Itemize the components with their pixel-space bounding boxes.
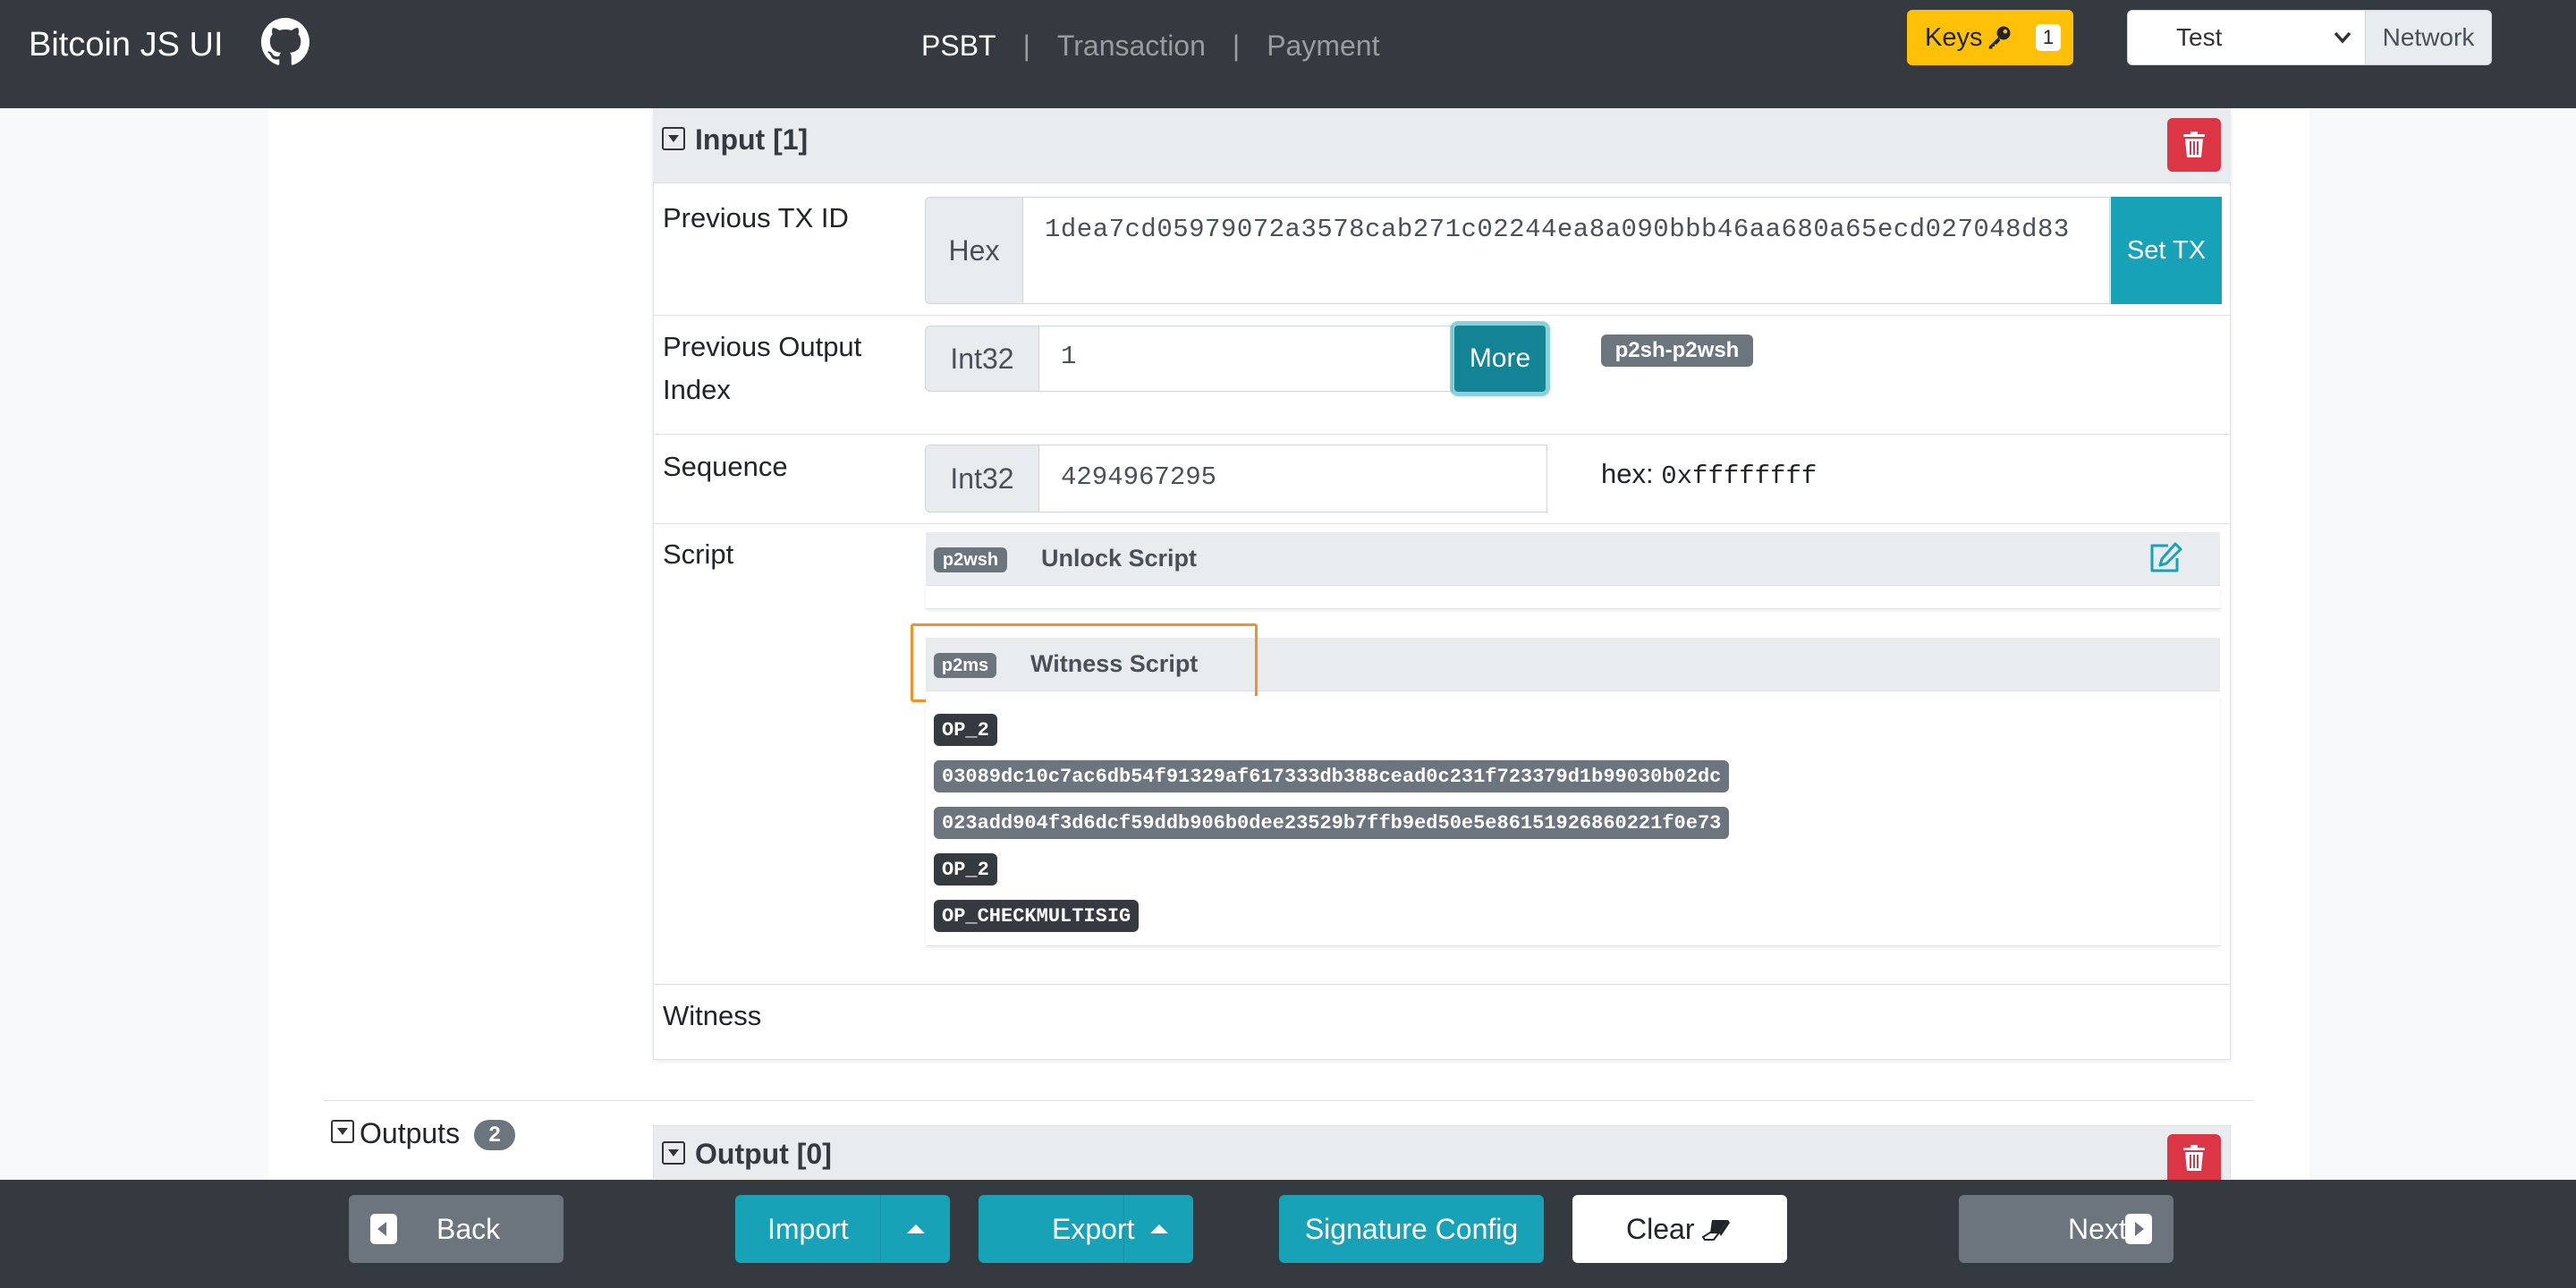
edit-icon[interactable] [2148, 542, 2184, 574]
sequence-input[interactable]: 4294967295 [1038, 445, 1547, 513]
row-divider [654, 315, 2230, 316]
input-card-header [653, 108, 2231, 183]
signature-config-button[interactable]: Signature Config [1279, 1195, 1544, 1263]
section-divider [324, 1100, 2254, 1101]
script-pubkey: 03089dc10c7ac6db54f91329af617333db388cea… [934, 760, 1730, 792]
top-navbar: Bitcoin JS UI PSBT | Transaction | Payment K… [0, 0, 2576, 108]
script-op: OP_2 [934, 714, 997, 746]
row-divider [654, 434, 2230, 435]
script-op: OP_2 [934, 853, 997, 886]
next-label: Next [2068, 1212, 2127, 1245]
sequence-group: Int32 4294967295 [925, 445, 1547, 513]
split-divider [1123, 1195, 1124, 1263]
script-label: Script [663, 538, 734, 570]
nav-psbt[interactable]: PSBT [921, 30, 996, 62]
keys-button[interactable]: Keys 1 [1907, 10, 2073, 65]
clear-label: Clear [1626, 1212, 1695, 1245]
set-tx-button[interactable]: Set TX [2111, 197, 2222, 304]
app-brand[interactable]: Bitcoin JS UI [29, 23, 224, 66]
chevron-left-icon [370, 1214, 397, 1244]
hex-addon: Hex [925, 197, 1023, 304]
output-title: Output [0] [695, 1138, 832, 1170]
chevron-down-icon [2334, 31, 2351, 44]
main-nav: PSBT | Transaction | Payment [921, 25, 1379, 66]
nav-transaction[interactable]: Transaction [1057, 30, 1206, 62]
sequence-hex-value: 0xffffffff [1661, 462, 1818, 491]
row-divider [654, 984, 2230, 985]
sequence-hex-label: hex: [1601, 458, 1654, 489]
outputs-count-badge: 2 [474, 1120, 515, 1150]
more-button[interactable]: More [1454, 326, 1546, 392]
nav-payment[interactable]: Payment [1267, 30, 1379, 62]
network-select[interactable]: Test [2127, 10, 2367, 65]
int32-addon: Int32 [925, 326, 1039, 392]
clear-button[interactable]: Clear [1572, 1195, 1787, 1263]
prev-txid-input[interactable]: 1dea7cd05979072a3578cab271c02244ea8a090b… [1022, 197, 2110, 304]
import-button[interactable]: Import [735, 1195, 950, 1263]
split-divider [880, 1195, 881, 1263]
network-selected-value: Test [2176, 23, 2223, 51]
prev-output-index-label-2: Index [663, 374, 731, 405]
collapse-toggle-icon[interactable] [662, 1141, 685, 1165]
chevron-right-icon [2125, 1214, 2152, 1244]
delete-output-button[interactable] [2167, 1134, 2221, 1180]
collapse-toggle-icon[interactable] [662, 127, 685, 150]
unlock-script-title: Unlock Script [1041, 545, 1198, 572]
script-op: OP_CHECKMULTISIG [934, 900, 1140, 932]
import-label: Import [767, 1212, 849, 1245]
back-button[interactable]: Back [349, 1195, 564, 1263]
prev-txid-group: Hex 1dea7cd05979072a3578cab271c02244ea8a… [925, 197, 2222, 304]
keys-count-badge: 1 [2036, 24, 2061, 51]
unlock-script-type-badge: p2wsh [934, 547, 1007, 572]
next-button[interactable]: Next [1959, 1195, 2174, 1263]
prev-output-index-input[interactable]: 1 [1038, 326, 1453, 392]
export-label: Export [1052, 1212, 1135, 1245]
trash-icon [2183, 1145, 2205, 1171]
prev-txid-label: Previous TX ID [663, 202, 849, 233]
caret-up-icon[interactable] [907, 1224, 925, 1233]
row-divider [654, 523, 2230, 524]
key-icon [1988, 26, 2011, 49]
output-card-header [653, 1125, 2231, 1179]
github-icon[interactable] [261, 18, 309, 66]
network-label: Network [2365, 10, 2492, 65]
witness-script-highlight [911, 623, 1258, 702]
input-title: Input [1] [695, 123, 809, 156]
int32-addon: Int32 [925, 445, 1039, 513]
prev-output-index-label: Previous Output [663, 331, 862, 362]
back-label: Back [436, 1212, 501, 1245]
prev-output-index-group: Int32 1 [925, 326, 1453, 392]
collapse-toggle-icon[interactable] [331, 1120, 354, 1143]
nav-separator: | [1232, 30, 1241, 62]
sequence-hex: hex: 0xffffffff [1601, 454, 1817, 496]
trash-icon [2183, 131, 2205, 157]
keys-label: Keys [1925, 23, 1983, 52]
delete-input-button[interactable] [2167, 118, 2221, 172]
unlock-script-body [926, 586, 2220, 609]
nav-separator: | [1022, 30, 1030, 62]
script-pubkey: 023add904f3d6dcf59ddb906b0dee23529b7ffb9… [934, 807, 1730, 839]
witness-label: Witness [663, 1000, 762, 1031]
outputs-label: Outputs [360, 1117, 461, 1149]
caret-up-icon[interactable] [1150, 1224, 1168, 1233]
export-button[interactable]: Export [979, 1195, 1193, 1263]
output-type-badge: p2sh-p2wsh [1601, 335, 1753, 367]
sequence-label: Sequence [663, 451, 788, 482]
eraser-icon [1701, 1220, 1730, 1241]
